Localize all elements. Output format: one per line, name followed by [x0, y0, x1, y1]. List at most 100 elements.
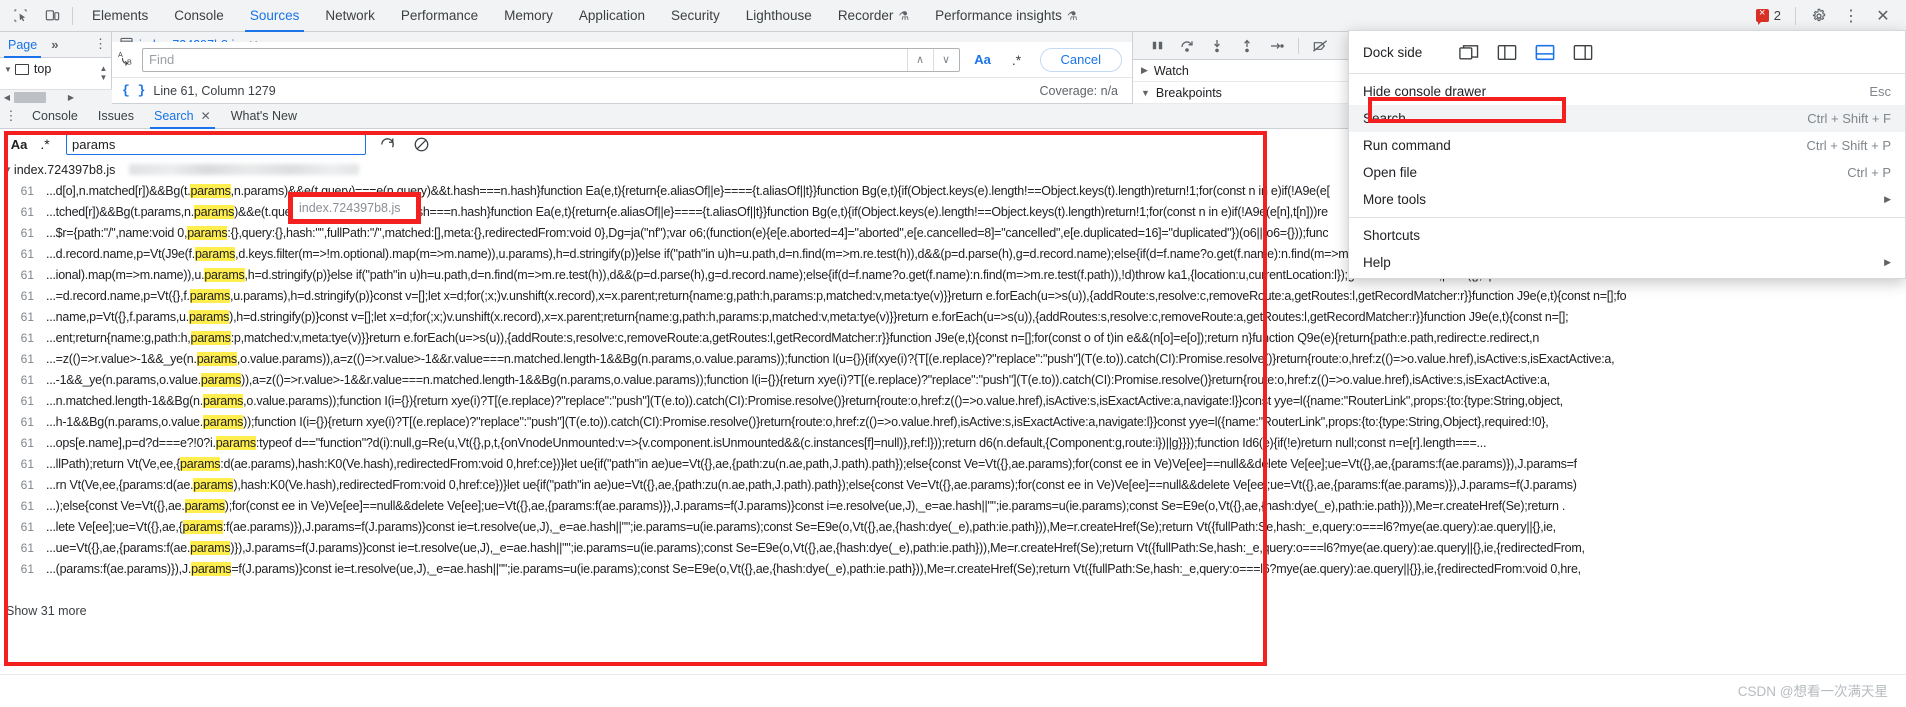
search-input[interactable]	[67, 134, 365, 154]
menu-item-hide-console-drawer[interactable]: Hide console drawer Esc	[1349, 78, 1905, 105]
search-result-row[interactable]: 61 ...n.matched.length-1&&Bg(n.params,o.v…	[0, 390, 1906, 411]
search-result-row[interactable]: 61 ...rn Vt(Ve,ee,{params:d(ae.params),ha…	[0, 474, 1906, 495]
tab-console[interactable]: Console	[161, 0, 237, 32]
chevron-down-icon[interactable]: ▼	[100, 73, 108, 82]
search-result-row[interactable]: 61 ...lete Ve[ee];ue=Vt({},ae,{params:f(a…	[0, 516, 1906, 537]
tab-label: Console	[174, 8, 224, 23]
tab-sources[interactable]: Sources	[237, 0, 313, 32]
drawer-tab-console[interactable]: Console	[22, 104, 88, 129]
toolbar-divider	[72, 6, 73, 25]
inspect-element-icon[interactable]	[6, 3, 34, 29]
expand-triangle-icon: ▼	[4, 165, 12, 174]
tab-network[interactable]: Network	[312, 0, 388, 32]
navigator-tab-page[interactable]: Page	[0, 32, 45, 58]
step-out-button[interactable]	[1233, 33, 1261, 59]
tab-recorder[interactable]: Recorder ⚗	[825, 0, 922, 32]
find-match-case-button[interactable]: Aa	[969, 48, 997, 72]
drawer-tab-whats-new[interactable]: What's New	[221, 104, 307, 129]
tab-application[interactable]: Application	[566, 0, 658, 32]
menu-item-search[interactable]: Search Ctrl + Shift + F	[1349, 105, 1905, 132]
tab-memory[interactable]: Memory	[491, 0, 566, 32]
pretty-print-icon[interactable]: { }	[112, 83, 153, 98]
navigator-options-icon[interactable]: ⋮	[94, 36, 107, 52]
find-input[interactable]	[143, 48, 907, 71]
match-highlight: params	[190, 330, 231, 345]
kebab-menu-icon[interactable]: ⋮	[1836, 2, 1866, 30]
search-result-row[interactable]: 61 ...ue=Vt({},ae,{params:f(ae.params)}),…	[0, 537, 1906, 558]
search-result-row[interactable]: 61 ...h-1&&Bg(n.params,o.value.params));f…	[0, 411, 1906, 432]
code-before: ...=z(()=>r.value>-1&&_ye(n.	[46, 351, 197, 366]
dock-undocked-icon[interactable]	[1458, 43, 1480, 62]
find-prev-button[interactable]: ∧	[906, 48, 933, 71]
pause-resume-button[interactable]	[1143, 33, 1171, 59]
find-next-button[interactable]: ∨	[932, 48, 959, 71]
search-result-row[interactable]: 61 ...(params:f(ae.params)}),J.params=f(J…	[0, 558, 1906, 579]
dock-right-icon[interactable]	[1572, 43, 1594, 62]
scroll-left-icon[interactable]: ◀	[0, 93, 14, 102]
navigator-horizontal-scrollbar[interactable]: ◀ ▶	[0, 89, 112, 104]
drawer-more-options-icon[interactable]: ⋮	[0, 109, 22, 123]
drawer-tab-search[interactable]: Search ✕	[144, 104, 221, 129]
step-into-button[interactable]	[1203, 33, 1231, 59]
cursor-position-label: Line 61, Column 1279	[153, 83, 276, 98]
find-input-wrapper[interactable]: ∧ ∨	[142, 47, 960, 72]
match-highlight: params	[191, 561, 232, 576]
collapse-triangle-icon: ▶	[1141, 65, 1148, 75]
result-code: ...-1&&_ye(n.params,o.value.params)),a=z…	[46, 372, 1550, 387]
tab-security[interactable]: Security	[658, 0, 733, 32]
menu-item-help[interactable]: Help ▶	[1349, 249, 1905, 276]
drawer-tab-issues[interactable]: Issues	[88, 104, 144, 129]
scroll-right-icon[interactable]: ▶	[64, 93, 78, 102]
menu-item-run-command[interactable]: Run command Ctrl + Shift + P	[1349, 132, 1905, 159]
search-result-row[interactable]: 61 ...-1&&_ye(n.params,o.value.params)),a…	[0, 369, 1906, 390]
menu-item-shortcut: Ctrl + Shift + F	[1807, 111, 1891, 126]
match-highlight: params	[189, 288, 230, 303]
tab-lighthouse[interactable]: Lighthouse	[733, 0, 825, 32]
step-over-button[interactable]	[1173, 33, 1201, 59]
search-input-wrapper[interactable]	[66, 133, 366, 155]
code-after: :{},query:{},hash:"",fullPath:"/",matche…	[227, 225, 1329, 240]
match-highlight: params	[193, 477, 234, 492]
navigator-tree-item-top[interactable]: ▼ top	[0, 58, 111, 80]
menu-item-shortcuts[interactable]: Shortcuts	[1349, 222, 1905, 249]
close-icon[interactable]: ✕	[201, 109, 211, 123]
scrollbar-thumb[interactable]	[14, 91, 46, 103]
code-before: ...$r={path:"/",name:void 0,	[46, 225, 188, 240]
search-regex-button[interactable]: .*	[32, 132, 58, 156]
menu-item-more-tools[interactable]: More tools ▶	[1349, 186, 1905, 213]
search-result-row[interactable]	[0, 579, 1906, 600]
code-before: ...);else{const Ve=Vt({},ae.	[46, 498, 185, 513]
dock-bottom-icon[interactable]	[1534, 43, 1556, 62]
tab-performance-insights[interactable]: Performance insights ⚗	[922, 0, 1091, 32]
step-button[interactable]	[1263, 33, 1291, 59]
search-result-row[interactable]: 61 ...=z(()=>r.value>-1&&_ye(n.params,o.v…	[0, 348, 1906, 369]
line-number: 61	[20, 477, 34, 492]
search-result-row[interactable]: 61 ...name,p=Vt({},f.params,u.params),h=d…	[0, 306, 1906, 327]
search-result-row[interactable]: 61 ...);else{const Ve=Vt({},ae.params);fo…	[0, 495, 1906, 516]
dock-left-icon[interactable]	[1496, 43, 1518, 62]
navigator-more-tabs-icon[interactable]: »	[45, 37, 64, 52]
tab-elements[interactable]: Elements	[79, 0, 161, 32]
navigator-scroll-spinner[interactable]: ▲ ▼	[96, 58, 111, 88]
error-count-badge[interactable]: 2	[1750, 6, 1787, 25]
chevron-up-icon[interactable]: ▲	[100, 64, 108, 73]
show-more-results-link[interactable]: Show 31 more	[0, 600, 1906, 618]
gear-icon[interactable]	[1804, 2, 1834, 30]
device-toolbar-icon[interactable]	[38, 3, 66, 29]
menu-item-open-file[interactable]: Open file Ctrl + P	[1349, 159, 1905, 186]
search-match-case-button[interactable]: Aa	[6, 132, 32, 156]
deactivate-breakpoints-button[interactable]	[1306, 33, 1334, 59]
flask-icon: ⚗	[1066, 8, 1078, 23]
close-icon[interactable]: ✕	[1868, 2, 1898, 30]
search-result-row[interactable]: 61 ...=d.record.name,p=Vt({},f.params,u.p…	[0, 285, 1906, 306]
code-after: )),a=z(()=>r.value>-1&&r.value===n.match…	[241, 372, 1550, 387]
search-result-row[interactable]: 61 ...ent;return{name:g,path:h,params:p,m…	[0, 327, 1906, 348]
find-cancel-button[interactable]: Cancel	[1039, 47, 1122, 72]
error-icon	[1755, 6, 1769, 25]
refresh-icon[interactable]	[374, 132, 400, 156]
search-result-row[interactable]: 61 ...llPath);return Vt(Ve,ee,{params:d(a…	[0, 453, 1906, 474]
search-result-row[interactable]: 61 ...ops[e.name],p=d?d===e?!0?i.params:t…	[0, 432, 1906, 453]
tab-performance[interactable]: Performance	[388, 0, 491, 32]
find-regex-button[interactable]: .*	[1003, 48, 1031, 72]
clear-icon[interactable]	[408, 132, 434, 156]
